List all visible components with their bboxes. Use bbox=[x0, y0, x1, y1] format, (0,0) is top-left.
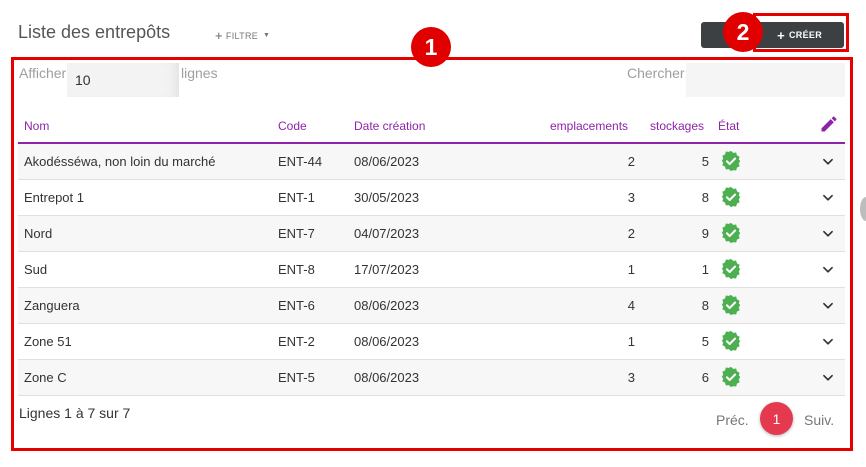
show-entries-label: Afficher bbox=[19, 65, 67, 81]
cell-code: ENT-5 bbox=[278, 370, 315, 385]
search-label: Chercher: bbox=[627, 65, 689, 81]
cell-emplacements: 2 bbox=[627, 226, 635, 241]
cell-emplacements: 2 bbox=[627, 154, 635, 169]
pagination-info: Lignes 1 à 7 sur 7 bbox=[19, 405, 131, 421]
cell-nom: Zone 51 bbox=[24, 334, 72, 349]
cell-nom: Nord bbox=[24, 226, 53, 241]
cell-stockages: 8 bbox=[701, 298, 709, 313]
page-title: Liste des entrepôts bbox=[18, 22, 171, 42]
header-stockages[interactable]: stockages bbox=[650, 119, 704, 133]
cell-date: 30/05/2023 bbox=[354, 190, 420, 205]
verified-check-icon bbox=[721, 222, 741, 244]
annotation-box-2 bbox=[753, 13, 849, 52]
header-emplacements[interactable]: emplacements bbox=[550, 119, 628, 133]
table-row[interactable]: Akodésséwa, non loin du marché ENT-44 08… bbox=[18, 144, 845, 180]
cell-nom: Zanguera bbox=[24, 298, 80, 313]
cell-code: ENT-7 bbox=[278, 226, 315, 241]
table-row[interactable]: Zanguera ENT-6 08/06/2023 4 8 bbox=[18, 288, 845, 324]
header-nom[interactable]: Nom bbox=[24, 119, 49, 133]
cell-code: ENT-2 bbox=[278, 334, 315, 349]
cell-nom: Entrepot 1 bbox=[24, 190, 84, 205]
plus-icon: + bbox=[215, 28, 223, 43]
cell-stockages: 8 bbox=[701, 190, 709, 205]
cell-code: ENT-44 bbox=[278, 154, 323, 169]
cell-date: 08/06/2023 bbox=[354, 298, 420, 313]
verified-check-icon bbox=[721, 150, 741, 172]
warehouse-table: Nom Code Date création emplacements stoc… bbox=[18, 108, 845, 396]
cell-emplacements: 1 bbox=[627, 262, 635, 277]
cell-date: 08/06/2023 bbox=[354, 154, 420, 169]
cell-nom: Akodésséwa, non loin du marché bbox=[24, 154, 216, 169]
cell-date: 04/07/2023 bbox=[354, 226, 420, 241]
annotation-badge-2: 2 bbox=[723, 12, 763, 52]
header-etat[interactable]: État bbox=[718, 119, 739, 133]
cell-nom: Zone C bbox=[24, 370, 67, 385]
table-row[interactable]: Zone 51 ENT-2 08/06/2023 1 5 bbox=[18, 324, 845, 360]
table-header: Nom Code Date création emplacements stoc… bbox=[18, 108, 845, 144]
cell-date: 08/06/2023 bbox=[354, 370, 420, 385]
cell-stockages: 9 bbox=[701, 226, 709, 241]
side-panel-handle[interactable] bbox=[860, 197, 866, 221]
table-row[interactable]: Sud ENT-8 17/07/2023 1 1 bbox=[18, 252, 845, 288]
verified-check-icon bbox=[721, 330, 741, 352]
verified-check-icon bbox=[721, 366, 741, 388]
prev-page-button[interactable]: Préc. bbox=[716, 412, 749, 428]
cell-code: ENT-8 bbox=[278, 262, 315, 277]
verified-check-icon bbox=[721, 186, 741, 208]
annotation-badge-1: 1 bbox=[411, 27, 451, 67]
table-row[interactable]: Entrepot 1 ENT-1 30/05/2023 3 8 bbox=[18, 180, 845, 216]
chevron-down-icon[interactable] bbox=[821, 191, 835, 205]
page-1-button[interactable]: 1 bbox=[760, 402, 793, 435]
header-code[interactable]: Code bbox=[278, 119, 307, 133]
chevron-down-icon[interactable] bbox=[821, 263, 835, 277]
filter-label: FILTRE bbox=[225, 30, 259, 41]
search-input[interactable] bbox=[686, 63, 845, 97]
cell-date: 17/07/2023 bbox=[354, 262, 420, 277]
table-row[interactable]: Zone C ENT-5 08/06/2023 3 6 bbox=[18, 360, 845, 396]
cell-emplacements: 4 bbox=[627, 298, 635, 313]
cell-stockages: 1 bbox=[701, 262, 709, 277]
caret-down-icon: ▼ bbox=[263, 32, 271, 39]
cell-stockages: 6 bbox=[701, 370, 709, 385]
cell-stockages: 5 bbox=[701, 154, 709, 169]
cell-emplacements: 3 bbox=[627, 370, 635, 385]
pencil-icon[interactable] bbox=[819, 114, 839, 134]
cell-code: ENT-6 bbox=[278, 298, 315, 313]
show-entries-suffix: lignes bbox=[181, 65, 218, 81]
next-page-button[interactable]: Suiv. bbox=[804, 412, 834, 428]
verified-check-icon bbox=[721, 294, 741, 316]
cell-date: 08/06/2023 bbox=[354, 334, 420, 349]
verified-check-icon bbox=[721, 258, 741, 280]
chevron-down-icon[interactable] bbox=[821, 299, 835, 313]
chevron-down-icon[interactable] bbox=[821, 227, 835, 241]
cell-nom: Sud bbox=[24, 262, 48, 277]
cell-code: ENT-1 bbox=[278, 190, 315, 205]
cell-emplacements: 3 bbox=[627, 190, 635, 205]
cell-emplacements: 1 bbox=[627, 334, 635, 349]
chevron-down-icon[interactable] bbox=[821, 335, 835, 349]
filter-button[interactable]: + FILTRE ▼ bbox=[215, 28, 270, 43]
show-entries-input[interactable] bbox=[67, 63, 179, 97]
header-date[interactable]: Date création bbox=[354, 119, 425, 133]
chevron-down-icon[interactable] bbox=[821, 371, 835, 385]
table-row[interactable]: Nord ENT-7 04/07/2023 2 9 bbox=[18, 216, 845, 252]
chevron-down-icon[interactable] bbox=[821, 155, 835, 169]
cell-stockages: 5 bbox=[701, 334, 709, 349]
